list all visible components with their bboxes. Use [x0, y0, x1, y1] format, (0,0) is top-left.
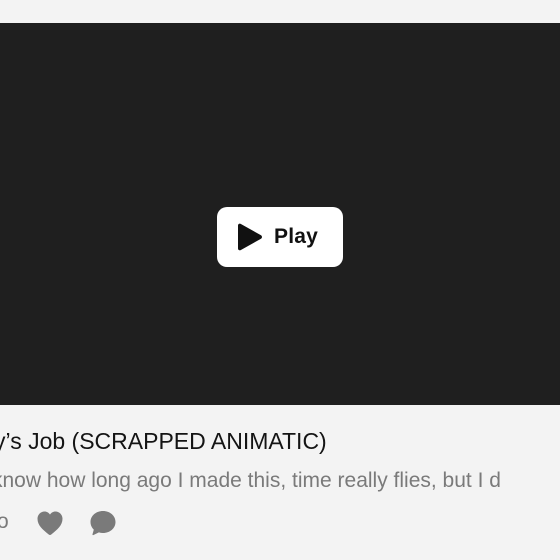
play-icon: [238, 223, 262, 251]
video-description: know how long ago I made this, time real…: [0, 469, 501, 492]
like-button[interactable]: [35, 508, 65, 538]
play-button[interactable]: Play: [217, 207, 343, 267]
comment-button[interactable]: [88, 508, 118, 538]
video-title: y’s Job (SCRAPPED ANIMATIC): [0, 428, 327, 454]
video-player[interactable]: Play: [0, 23, 560, 405]
comment-bubble-icon: [90, 511, 116, 536]
heart-icon: [37, 511, 63, 535]
view-count: o: [0, 510, 9, 533]
engagement-row: o: [0, 505, 560, 539]
page: Play y’s Job (SCRAPPED ANIMATIC) know ho…: [0, 0, 560, 560]
play-label: Play: [274, 225, 318, 248]
